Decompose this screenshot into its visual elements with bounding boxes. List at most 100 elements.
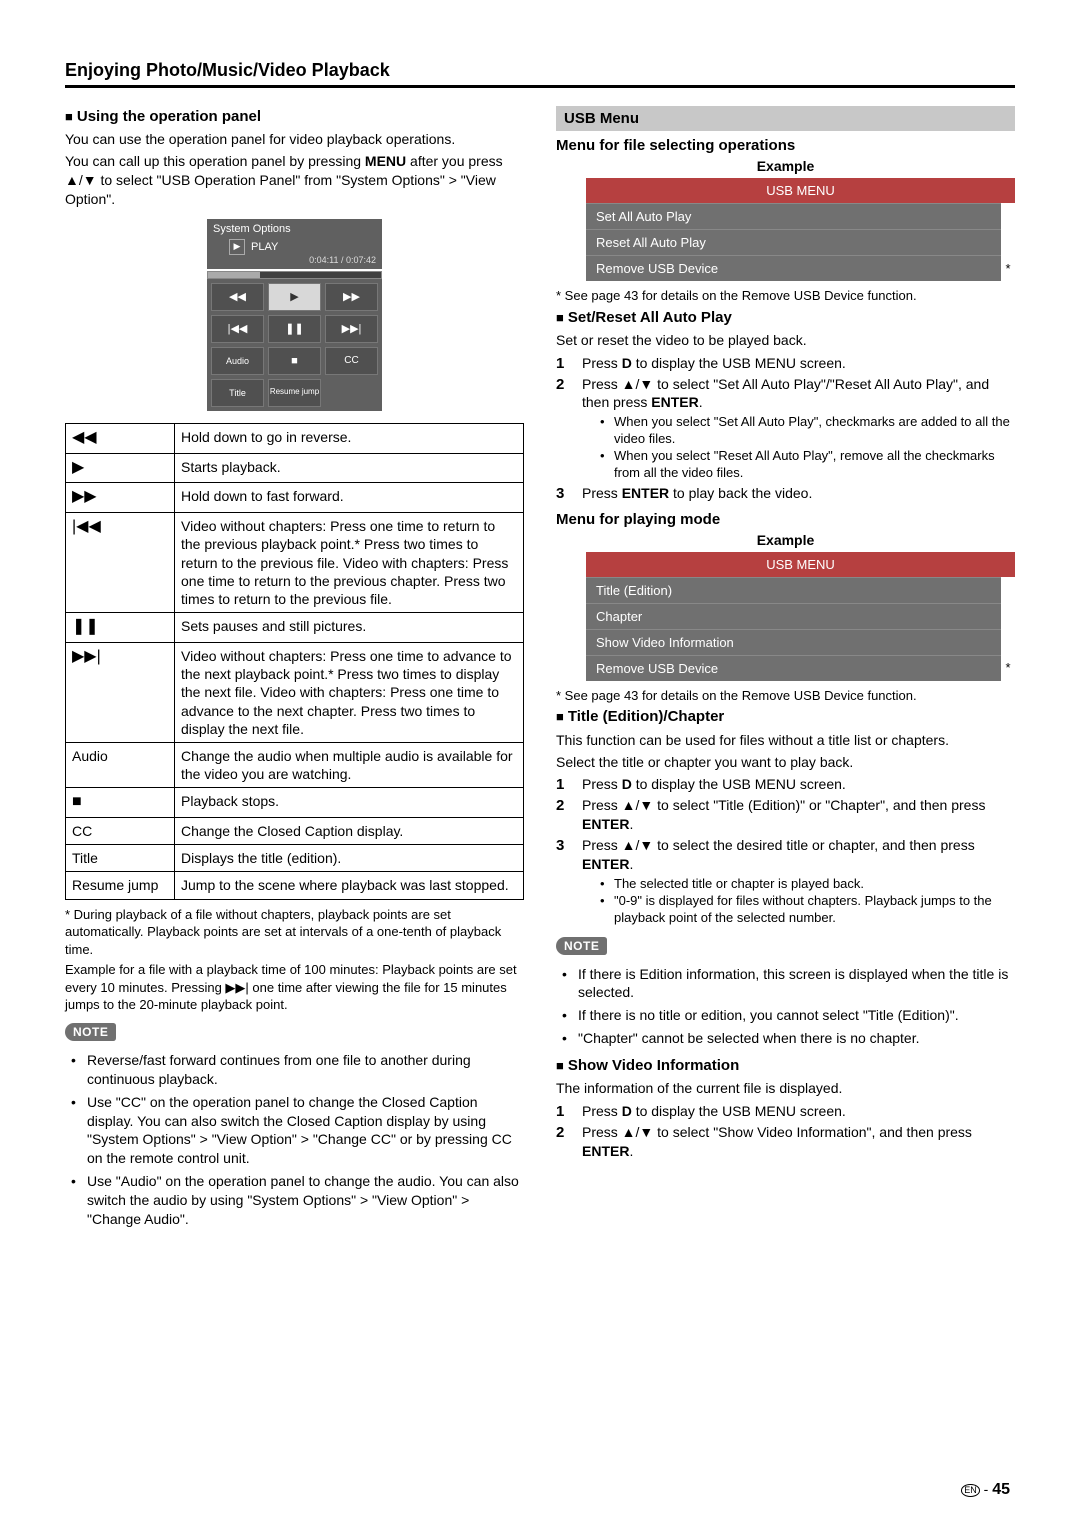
note-list: Reverse/fast forward continues from one …	[71, 1051, 524, 1229]
audio-label: Audio	[66, 742, 175, 787]
steps-set-reset: 1Press D to display the USB MENU screen.…	[556, 354, 1015, 503]
subhead-file-selecting: Menu for file selecting operations	[556, 137, 1015, 154]
left-column: ■Using the operation panel You can use t…	[65, 104, 524, 1235]
list-item: The selected title or chapter is played …	[600, 876, 1015, 893]
list-item: "Chapter" cannot be selected when there …	[562, 1029, 1015, 1048]
star-note-text: * See page 43 for details on the Remove …	[556, 287, 1015, 305]
pause-icon: ❚❚	[66, 613, 175, 643]
op-panel-play-label: PLAY	[251, 241, 278, 253]
title-button: Title	[211, 379, 264, 407]
list-item: 3Press ENTER to play back the video.	[556, 484, 1015, 503]
rewind-icon: ◀◀	[211, 283, 264, 311]
table-row: Resume jumpJump to the scene where playb…	[66, 872, 524, 899]
stop-icon: ■	[268, 347, 321, 375]
subhead-playing-mode: Menu for playing mode	[556, 511, 1015, 528]
menu-item-remove-usb-device[interactable]: Remove USB Device	[586, 655, 1001, 681]
pause-icon: ❚❚	[268, 315, 321, 343]
page-title: Enjoying Photo/Music/Video Playback	[65, 60, 1015, 81]
steps-show-video-info: 1Press D to display the USB MENU screen.…	[556, 1102, 1015, 1161]
menu-item-show-video-info[interactable]: Show Video Information	[586, 629, 1001, 655]
page-number: EN - 45	[961, 1481, 1010, 1499]
square-bullet-icon: ■	[556, 1057, 564, 1075]
list-item: If there is Edition information, this sc…	[562, 965, 1015, 1003]
cc-label: CC	[66, 818, 175, 845]
usb-menu-title: USB MENU	[586, 178, 1015, 203]
table-row: ◀◀Hold down to go in reverse.	[66, 423, 524, 453]
section-using-operation-panel: Using the operation panel	[77, 108, 261, 125]
list-item: 1Press D to display the USB MENU screen.	[556, 775, 1015, 794]
show-video-info-desc: The information of the current file is d…	[556, 1079, 1015, 1098]
list-item: Reverse/fast forward continues from one …	[71, 1051, 524, 1089]
operation-panel-illustration: System Options ▶ PLAY 0:04:11 / 0:07:42 …	[207, 219, 382, 411]
rewind-icon: ◀◀	[66, 423, 175, 453]
usb-menu-header: USB Menu	[556, 106, 1015, 131]
menu-item-title-edition[interactable]: Title (Edition)	[586, 577, 1001, 603]
title-chapter-desc-1: This function can be used for files with…	[556, 731, 1015, 750]
prev-icon: |◀◀	[66, 513, 175, 613]
square-bullet-icon: ■	[65, 108, 73, 126]
list-item: When you select "Set All Auto Play", che…	[600, 414, 1015, 448]
list-item: 1Press D to display the USB MENU screen.	[556, 354, 1015, 373]
play-icon: ▶	[66, 453, 175, 483]
cc-button: CC	[325, 347, 378, 375]
square-bullet-icon: ■	[556, 708, 564, 726]
usb-menu-playing-mode: USB MENU Title (Edition) Chapter Show Vi…	[586, 552, 1015, 681]
op-panel-desc-1: You can use the operation panel for vide…	[65, 130, 524, 149]
list-item: If there is no title or edition, you can…	[562, 1006, 1015, 1025]
asterisk-icon: *	[1001, 660, 1015, 675]
next-icon: ▶▶|	[325, 315, 378, 343]
title-label: Title	[66, 845, 175, 872]
operation-reference-table: ◀◀Hold down to go in reverse. ▶Starts pl…	[65, 423, 524, 900]
resume-jump-label: Resume jump	[66, 872, 175, 899]
menu-item-chapter[interactable]: Chapter	[586, 603, 1001, 629]
menu-item-set-all-auto-play[interactable]: Set All Auto Play	[586, 203, 1001, 229]
table-row: ▶▶|Video without chapters: Press one tim…	[66, 642, 524, 742]
table-row: |◀◀Video without chapters: Press one tim…	[66, 513, 524, 613]
language-badge: EN	[961, 1484, 980, 1497]
usb-menu-title: USB MENU	[586, 552, 1015, 577]
steps-title-chapter: 1Press D to display the USB MENU screen.…	[556, 775, 1015, 926]
section-title-edition-chapter: Title (Edition)/Chapter	[568, 708, 724, 725]
table-row: ❚❚Sets pauses and still pictures.	[66, 613, 524, 643]
list-item: Use "Audio" on the operation panel to ch…	[71, 1172, 524, 1229]
stop-icon: ■	[66, 788, 175, 818]
fast-forward-icon: ▶▶	[325, 283, 378, 311]
progress-bar	[207, 271, 382, 279]
star-note-text: * See page 43 for details on the Remove …	[556, 687, 1015, 705]
menu-item-reset-all-auto-play[interactable]: Reset All Auto Play	[586, 229, 1001, 255]
list-item: 3Press ▲/▼ to select the desired title o…	[556, 836, 1015, 926]
menu-item-remove-usb-device[interactable]: Remove USB Device	[586, 255, 1001, 281]
table-row: AudioChange the audio when multiple audi…	[66, 742, 524, 787]
op-panel-grid: ◀◀ ▶ ▶▶ |◀◀ ❚❚ ▶▶| Audio ■ CC Title Resu…	[207, 279, 382, 411]
note-list-title-chapter: If there is Edition information, this sc…	[562, 965, 1015, 1049]
set-reset-desc: Set or reset the video to be played back…	[556, 331, 1015, 350]
table-row: TitleDisplays the title (edition).	[66, 845, 524, 872]
example-paragraph: Example for a file with a playback time …	[65, 961, 524, 1014]
list-item: 2Press ▲/▼ to select "Show Video Informa…	[556, 1123, 1015, 1161]
op-panel-system-options: System Options	[207, 219, 382, 237]
audio-button: Audio	[211, 347, 264, 375]
section-set-reset-auto-play: Set/Reset All Auto Play	[568, 309, 732, 326]
title-chapter-desc-2: Select the title or chapter you want to …	[556, 753, 1015, 772]
op-panel-time: 0:04:11 / 0:07:42	[229, 255, 376, 265]
fast-forward-icon: ▶▶	[66, 483, 175, 513]
list-item: 2Press ▲/▼ to select "Title (Edition)" o…	[556, 796, 1015, 834]
play-icon: ▶	[268, 283, 321, 311]
list-item: 2Press ▲/▼ to select "Set All Auto Play"…	[556, 375, 1015, 482]
prev-icon: |◀◀	[211, 315, 264, 343]
table-row: ▶▶Hold down to fast forward.	[66, 483, 524, 513]
resume-jump-button: Resume jump	[268, 379, 321, 407]
example-label: Example	[556, 532, 1015, 548]
usb-menu-file-selecting: USB MENU Set All Auto Play Reset All Aut…	[586, 178, 1015, 281]
list-item: "0-9" is displayed for files without cha…	[600, 893, 1015, 927]
table-row: ▶Starts playback.	[66, 453, 524, 483]
example-label: Example	[556, 158, 1015, 174]
next-icon: ▶▶|	[66, 642, 175, 742]
note-badge: NOTE	[556, 937, 607, 955]
square-bullet-icon: ■	[556, 309, 564, 327]
footnote-star: * During playback of a file without chap…	[65, 906, 524, 959]
list-item: When you select "Reset All Auto Play", r…	[600, 448, 1015, 482]
table-row: CCChange the Closed Caption display.	[66, 818, 524, 845]
table-row: ■Playback stops.	[66, 788, 524, 818]
asterisk-icon: *	[1001, 261, 1015, 276]
